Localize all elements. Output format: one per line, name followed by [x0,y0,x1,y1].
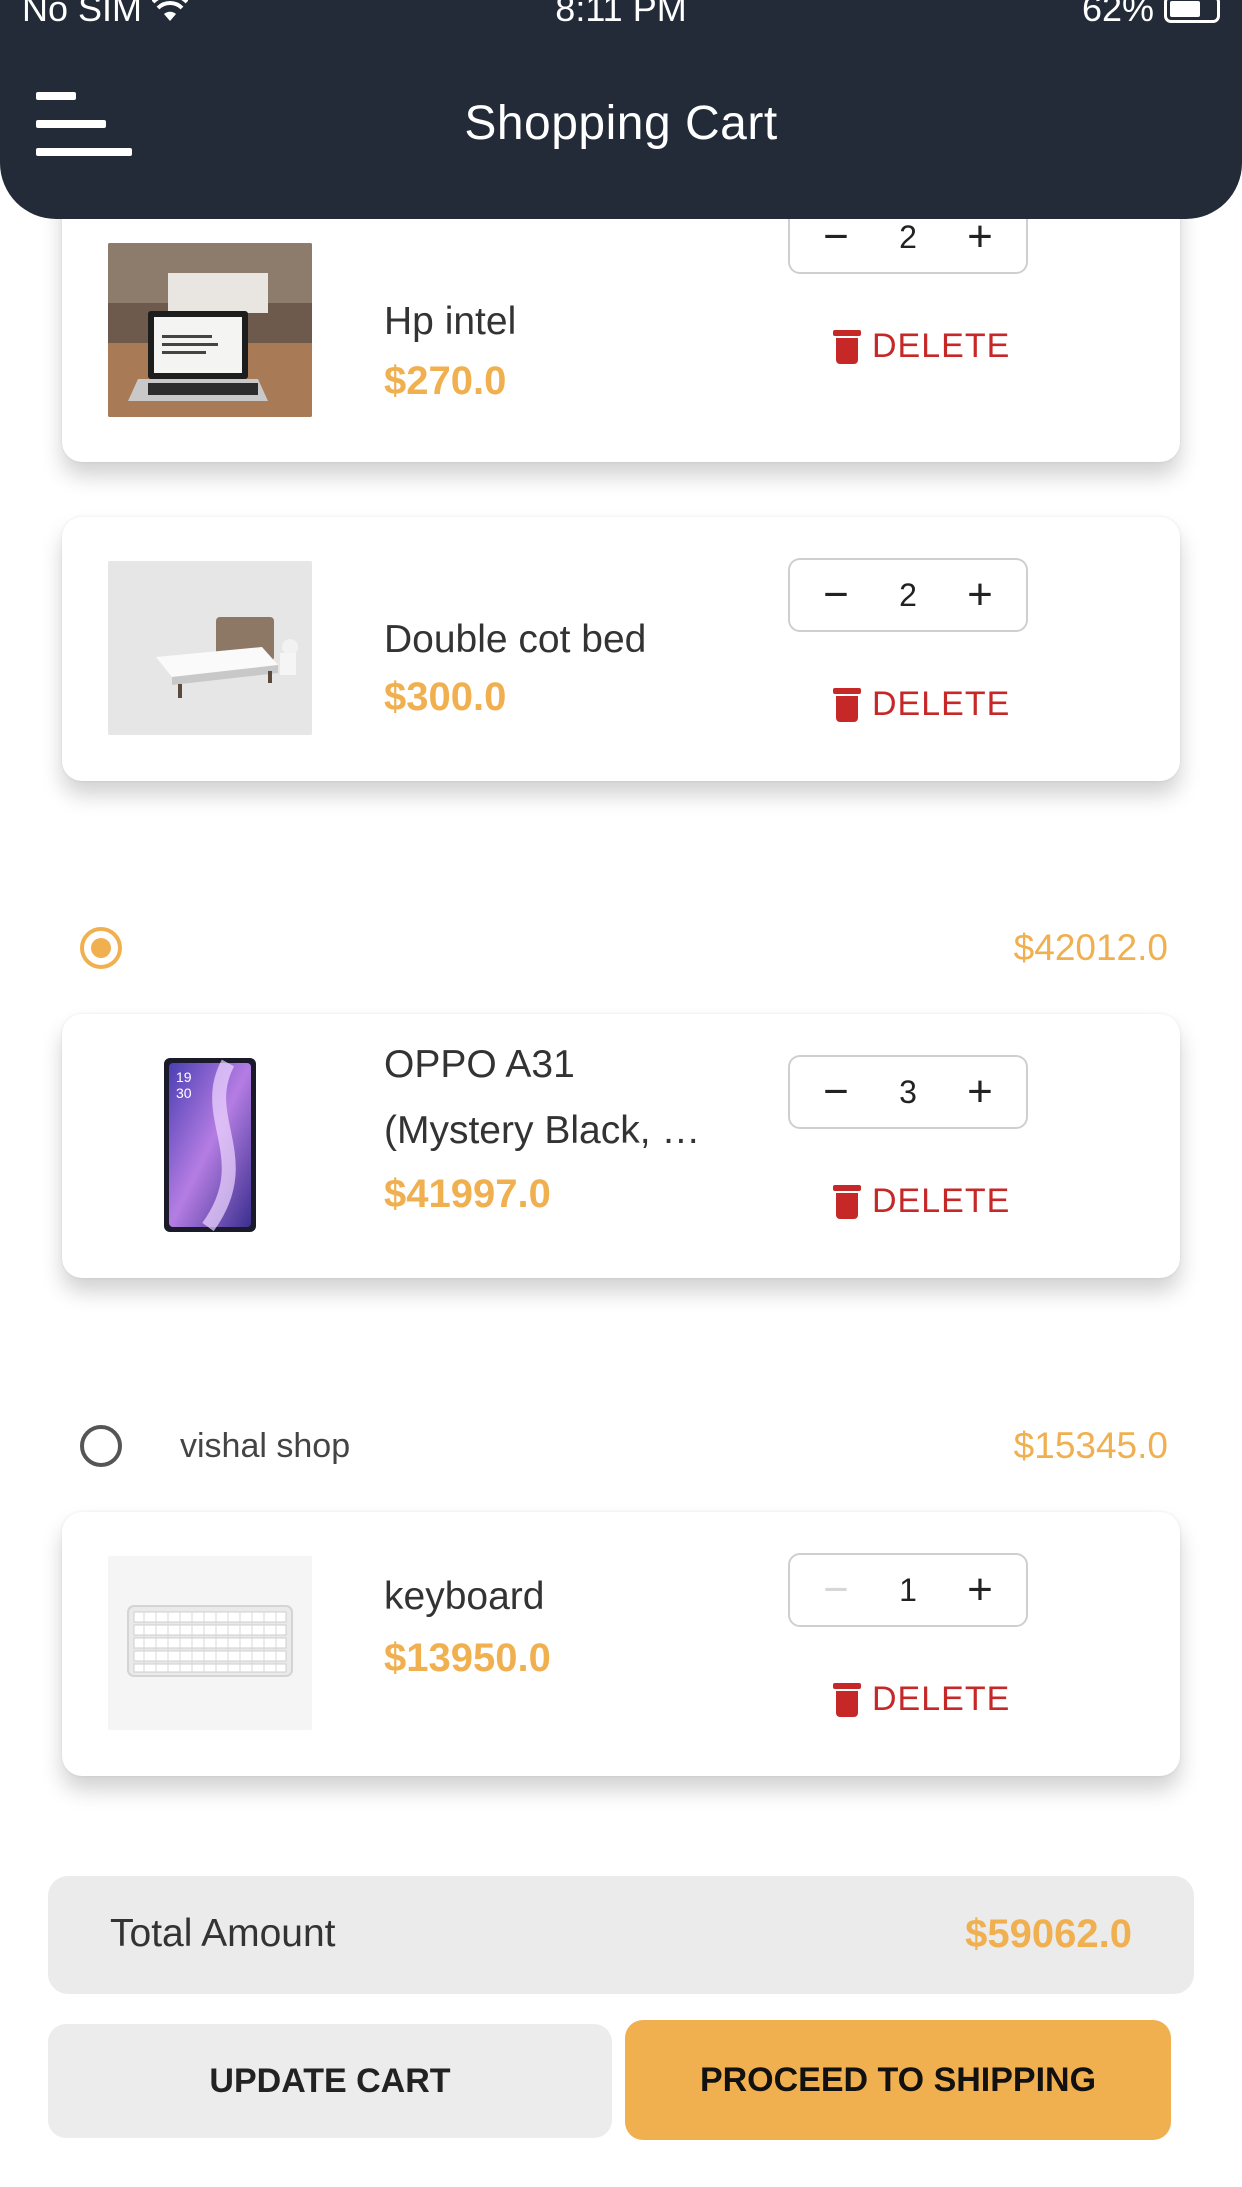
product-price: $13950.0 [384,1636,551,1680]
increment-button[interactable]: + [960,1070,1000,1114]
delete-button[interactable]: DELETE [833,327,1011,366]
cart-list[interactable]: Hp intel $270.0 − 2 + DELETE Double cot … [0,219,1242,1827]
delete-button[interactable]: DELETE [833,1680,1011,1719]
product-name-line2: (Mystery Black, … [384,1109,701,1152]
product-name: Double cot bed [384,618,647,661]
trash-icon [833,687,861,722]
phone-screen-minute: 30 [176,1085,192,1101]
quantity-value: 2 [899,576,917,613]
shop-row: $42012.0 [0,921,1242,981]
laptop-product-image [108,243,312,417]
keyboard-product-image [108,1556,312,1730]
increment-button[interactable]: + [960,219,1000,259]
phone-product-image: 19 30 [108,1058,312,1232]
shop-select-radio[interactable] [80,1425,122,1467]
quantity-value: 2 [899,219,917,255]
product-name: keyboard [384,1575,545,1618]
quantity-stepper: − 2 + [788,558,1028,632]
total-amount-value: $59062.0 [965,1912,1132,1956]
trash-icon [833,1682,861,1717]
product-name: OPPO A31 (Mystery Black, … [384,1032,774,1164]
cart-item-oppo-a31: 19 30 OPPO A31 (Mystery Black, … $41997.… [62,1014,1180,1278]
cart-item-double-cot-bed: Double cot bed $300.0 − 2 + DELETE [62,517,1180,781]
shop-total: $42012.0 [1013,927,1168,968]
battery-percent: 62% [1081,0,1154,29]
shop-total: $15345.0 [1013,1425,1168,1466]
trash-icon [833,1184,861,1219]
decrement-button[interactable]: − [816,219,856,259]
delete-button[interactable]: DELETE [833,1182,1011,1221]
delete-label: DELETE [872,1680,1011,1718]
total-amount-bar: Total Amount $59062.0 [48,1876,1194,1994]
app-header: No SIM 8:11 PM 62% Shopping Cart [0,0,1242,219]
increment-button[interactable]: + [960,573,1000,617]
shop-select-radio[interactable] [80,927,122,969]
delete-label: DELETE [872,327,1011,365]
decrement-button[interactable]: − [816,1070,856,1114]
product-price: $300.0 [384,675,507,719]
delete-button[interactable]: DELETE [833,685,1011,724]
cart-item-hp-intel: Hp intel $270.0 − 2 + DELETE [62,219,1180,462]
update-cart-button[interactable]: UPDATE CART [48,2024,612,2138]
shop-name: vishal shop [180,1427,351,1465]
decrement-button[interactable]: − [816,573,856,617]
product-name: Hp intel [384,300,517,343]
product-price: $41997.0 [384,1172,551,1216]
cart-item-keyboard: keyboard $13950.0 − 1 + DELETE [62,1512,1180,1776]
battery-icon [1164,0,1220,23]
delete-label: DELETE [872,685,1011,723]
decrement-button[interactable]: − [816,1568,856,1612]
proceed-to-shipping-button[interactable]: PROCEED TO SHIPPING [625,2020,1171,2140]
increment-button[interactable]: + [960,1568,1000,1612]
delete-label: DELETE [872,1182,1011,1220]
quantity-stepper: − 2 + [788,219,1028,274]
quantity-stepper: − 3 + [788,1055,1028,1129]
quantity-stepper: − 1 + [788,1553,1028,1627]
phone-screen-hour: 19 [176,1069,192,1085]
status-right: 62% [1082,0,1220,30]
quantity-value: 1 [899,1571,917,1608]
product-price: $270.0 [384,359,507,403]
page-title: Shopping Cart [464,97,778,150]
shop-row: vishal shop $15345.0 [0,1419,1242,1479]
status-time: 8:11 PM [555,0,687,29]
bed-product-image [108,561,312,735]
product-name-line1: OPPO A31 [384,1043,575,1086]
total-amount-label: Total Amount [110,1912,336,1955]
status-bar: No SIM 8:11 PM 62% [0,0,1242,30]
trash-icon [833,329,861,364]
quantity-value: 3 [899,1073,917,1110]
